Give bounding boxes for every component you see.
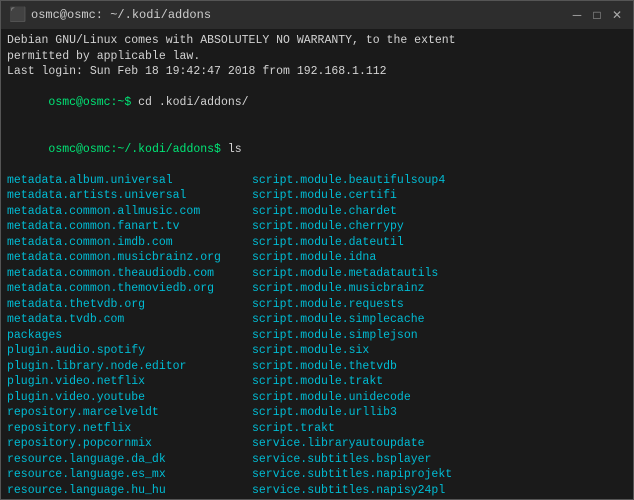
ls-item: script.module.beautifulsoup4 (252, 173, 627, 189)
ls-item: metadata.common.themoviedb.org (7, 281, 252, 297)
ls-item: packages (7, 328, 252, 344)
terminal-body[interactable]: Debian GNU/Linux comes with ABSOLUTELY N… (1, 29, 633, 499)
ls-item: service.libraryautoupdate (252, 436, 627, 452)
ls-item: script.module.chardet (252, 204, 627, 220)
ls-item: script.module.six (252, 343, 627, 359)
ls-item: plugin.audio.spotify (7, 343, 252, 359)
ls-item: script.module.requests (252, 297, 627, 313)
ls-item: script.module.musicbrainz (252, 281, 627, 297)
maximize-button[interactable]: □ (589, 7, 605, 23)
ls-item: metadata.common.fanart.tv (7, 219, 252, 235)
ls-col-left: metadata.album.universalmetadata.artists… (7, 173, 252, 499)
ls-item: metadata.thetvdb.org (7, 297, 252, 313)
ls-item: metadata.artists.universal (7, 188, 252, 204)
ls-item: script.trakt (252, 421, 627, 437)
terminal-window: ⬛ osmc@osmc: ~/.kodi/addons ─ □ ✕ Debian… (0, 0, 634, 500)
cmd1-text: cd .kodi/addons/ (138, 96, 248, 109)
ls-item: script.module.cherrypy (252, 219, 627, 235)
ls-item: resource.language.da_dk (7, 452, 252, 468)
titlebar-left: ⬛ osmc@osmc: ~/.kodi/addons (9, 7, 211, 23)
ls-item: plugin.library.node.editor (7, 359, 252, 375)
cmd1-prompt: osmc@osmc:~$ (48, 96, 138, 109)
header-line-3: Last login: Sun Feb 18 19:42:47 2018 fro… (7, 64, 627, 80)
ls-item: service.subtitles.bsplayer (252, 452, 627, 468)
cmd2-prompt: osmc@osmc:~/.kodi/addons$ (48, 143, 227, 156)
ls-item: plugin.video.youtube (7, 390, 252, 406)
terminal-icon: ⬛ (9, 7, 25, 23)
ls-item: resource.language.hu_hu (7, 483, 252, 499)
ls-item: metadata.album.universal (7, 173, 252, 189)
ls-item: metadata.common.imdb.com (7, 235, 252, 251)
ls-item: script.module.simplecache (252, 312, 627, 328)
cmd1-line: osmc@osmc:~$ cd .kodi/addons/ (7, 80, 627, 127)
cmd2-line: osmc@osmc:~/.kodi/addons$ ls (7, 126, 627, 173)
header-line-1: Debian GNU/Linux comes with ABSOLUTELY N… (7, 33, 627, 49)
ls-col-right: script.module.beautifulsoup4script.modul… (252, 173, 627, 499)
ls-item: script.module.metadatautils (252, 266, 627, 282)
ls-item: script.module.unidecode (252, 390, 627, 406)
ls-item: script.module.certifi (252, 188, 627, 204)
ls-item: script.module.trakt (252, 374, 627, 390)
ls-item: resource.language.es_mx (7, 467, 252, 483)
minimize-button[interactable]: ─ (569, 7, 585, 23)
header-line-2: permitted by applicable law. (7, 49, 627, 65)
ls-item: script.module.urllib3 (252, 405, 627, 421)
ls-item: script.module.thetvdb (252, 359, 627, 375)
ls-item: service.subtitles.napisy24pl (252, 483, 627, 499)
ls-item: repository.netflix (7, 421, 252, 437)
close-button[interactable]: ✕ (609, 7, 625, 23)
ls-item: resource.language.pt_pt (7, 498, 252, 499)
ls-output: metadata.album.universalmetadata.artists… (7, 173, 627, 499)
ls-item: metadata.common.musicbrainz.org (7, 250, 252, 266)
ls-item: service.subtitles.napiprojekt (252, 467, 627, 483)
ls-item: service.subtitles.opensubtitles (252, 498, 627, 499)
ls-item: script.module.idna (252, 250, 627, 266)
cmd2-text: ls (228, 143, 242, 156)
ls-item: plugin.video.netflix (7, 374, 252, 390)
ls-item: script.module.dateutil (252, 235, 627, 251)
ls-item: metadata.tvdb.com (7, 312, 252, 328)
ls-item: metadata.common.theaudiodb.com (7, 266, 252, 282)
titlebar: ⬛ osmc@osmc: ~/.kodi/addons ─ □ ✕ (1, 1, 633, 29)
ls-item: repository.marcelveldt (7, 405, 252, 421)
ls-item: repository.popcornmix (7, 436, 252, 452)
ls-item: script.module.simplejson (252, 328, 627, 344)
ls-item: metadata.common.allmusic.com (7, 204, 252, 220)
window-controls[interactable]: ─ □ ✕ (569, 7, 625, 23)
window-title: osmc@osmc: ~/.kodi/addons (31, 8, 211, 22)
